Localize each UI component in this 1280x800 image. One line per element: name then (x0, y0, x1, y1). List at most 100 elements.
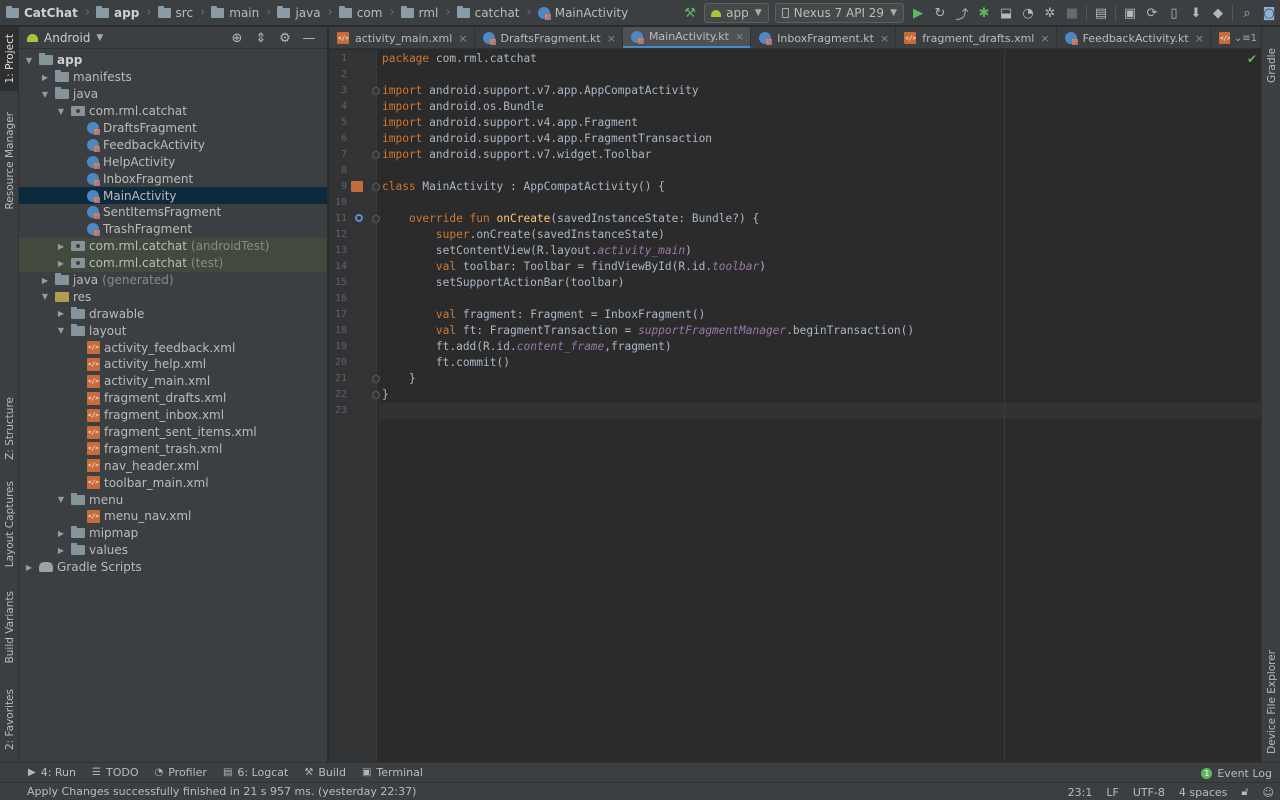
fold-marker-icon[interactable] (372, 87, 380, 95)
search-icon[interactable]: ⌕ (1236, 0, 1258, 26)
gear-icon[interactable]: ⚙ (273, 31, 297, 46)
breadcrumb-item[interactable]: app › (96, 0, 157, 26)
build-hammer-icon[interactable]: ⚒ (679, 0, 701, 26)
override-method-icon[interactable] (355, 214, 363, 222)
file-encoding[interactable]: UTF-8 (1133, 786, 1165, 799)
attach-process-icon[interactable]: ✲ (1039, 0, 1061, 26)
breadcrumb-item[interactable]: src › (157, 0, 212, 26)
event-log-button[interactable]: 1 Event Log (1201, 763, 1272, 783)
gradle-tab[interactable]: Gradle (1262, 45, 1280, 85)
collapse-all-icon[interactable]: ⇕ (249, 31, 273, 46)
tree-item[interactable]: ▼ com.rml.catchat (19, 103, 327, 120)
run-config-select[interactable]: app ▼ (704, 3, 769, 23)
device-select[interactable]: Nexus 7 API 29 ▼ (774, 3, 904, 23)
bottom-tool-tab[interactable]: ⚒ Build (296, 763, 354, 783)
code-line[interactable]: val toolbar: Toolbar = findViewById(R.id… (382, 259, 766, 275)
tree-item[interactable]: toolbar_main.xml (19, 474, 327, 491)
tree-item[interactable]: activity_feedback.xml (19, 339, 327, 356)
lock-icon[interactable]: 🔓︎ (1241, 785, 1248, 799)
tree-item[interactable]: fragment_sent_items.xml (19, 424, 327, 441)
tree-item[interactable]: TrashFragment (19, 221, 327, 238)
project-tool-tab[interactable]: 1: Project (0, 27, 19, 91)
code-line[interactable]: class MainActivity : AppCompatActivity()… (382, 179, 665, 195)
code-line[interactable]: val ft: FragmentTransaction = supportFra… (382, 323, 914, 339)
fold-marker-icon[interactable] (372, 151, 380, 159)
breadcrumb-item[interactable]: catchat › (456, 0, 538, 26)
editor-tab[interactable]: fragment_drafts.xml × (896, 27, 1057, 48)
profile-icon[interactable]: ◔ (1017, 0, 1039, 26)
close-icon[interactable]: × (607, 32, 616, 45)
tree-item[interactable]: ▶ values (19, 542, 327, 559)
debug-icon[interactable]: ✱ (973, 0, 995, 26)
locate-file-icon[interactable]: ⊕ (225, 31, 249, 46)
bottom-tool-tab[interactable]: ☰ TODO (84, 763, 146, 783)
tree-item[interactable]: ▶ java (generated) (19, 272, 327, 289)
indent-setting[interactable]: 4 spaces (1179, 786, 1228, 799)
build-variants-tab[interactable]: Build Variants (0, 587, 19, 667)
chevron-down-icon[interactable]: ▼ (55, 107, 67, 116)
tree-item[interactable]: fragment_trash.xml (19, 440, 327, 457)
tree-item[interactable]: ▼ layout (19, 322, 327, 339)
avd-manager-icon[interactable]: ▯ (1163, 0, 1185, 26)
close-icon[interactable]: × (880, 32, 889, 45)
code-line[interactable]: setContentView(R.layout.activity_main) (382, 243, 692, 259)
code-editor[interactable]: 1 2 3 4 5 6 7 8 9 10 11 12 13 14 15 16 17 18 19 20 21 22 23 pa… (329, 50, 1261, 762)
editor-tab[interactable]: activity_main.xml × (329, 27, 475, 48)
hide-panel-icon[interactable]: — (297, 31, 321, 46)
code-line[interactable]: import android.support.v7.widget.Toolbar (382, 147, 651, 163)
code-line[interactable]: override fun onCreate(savedInstanceState… (382, 211, 759, 227)
code-line[interactable]: super.onCreate(savedInstanceState) (382, 227, 665, 243)
breadcrumb-item[interactable]: CatChat › (6, 0, 96, 26)
tree-item[interactable]: ▼ res (19, 288, 327, 305)
tree-item[interactable]: menu_nav.xml (19, 508, 327, 525)
layout-xml-gutter-icon[interactable] (351, 181, 363, 192)
tree-item[interactable]: fragment_inbox.xml (19, 407, 327, 424)
chevron-right-icon[interactable]: ▶ (55, 529, 67, 538)
code-line[interactable]: ft.add(R.id.content_frame,fragment) (382, 339, 672, 355)
editor-tab[interactable]: MainActivity.kt × (622, 27, 752, 48)
code-line[interactable]: } (382, 387, 389, 403)
bottom-tool-tab[interactable]: ▶ 4: Run (20, 763, 84, 783)
chevron-right-icon[interactable]: ▶ (39, 276, 51, 285)
chevron-right-icon[interactable]: ▶ (39, 73, 51, 82)
chevron-down-icon[interactable]: ▼ (39, 90, 51, 99)
device-file-explorer-tab[interactable]: Device File Explorer (1262, 647, 1280, 757)
code-line[interactable]: setSupportActionBar(toolbar) (382, 275, 625, 291)
tree-item[interactable]: ▶ drawable (19, 305, 327, 322)
tree-item[interactable]: InboxFragment (19, 170, 327, 187)
sdk-manager-icon[interactable]: ⬇ (1185, 0, 1207, 26)
editor-tab[interactable]: DraftsFragment.kt × (475, 27, 623, 48)
resource-manager-tab[interactable]: Resource Manager (0, 109, 19, 213)
breadcrumb-item[interactable]: rml › (400, 0, 457, 26)
tree-item[interactable]: ▼ app (19, 52, 327, 69)
tree-item[interactable]: ▶ manifests (19, 69, 327, 86)
breadcrumb-item[interactable]: main › (211, 0, 277, 26)
chevron-right-icon[interactable]: ▶ (55, 242, 67, 251)
code-line[interactable]: import android.support.v4.app.Fragment (382, 115, 638, 131)
tree-item[interactable]: fragment_drafts.xml (19, 390, 327, 407)
fold-marker-icon[interactable] (372, 391, 380, 399)
bottom-tool-tab[interactable]: ▤ 6: Logcat (215, 763, 296, 783)
attach-debugger-icon[interactable]: ⬓ (995, 0, 1017, 26)
chevron-right-icon[interactable]: ▶ (55, 259, 67, 268)
favorites-tab[interactable]: 2: Favorites (0, 683, 19, 755)
chevron-down-icon[interactable]: ▼ (55, 326, 67, 335)
tree-item[interactable]: ▶ Gradle Scripts (19, 559, 327, 576)
chevron-down-icon[interactable]: ▼ (39, 292, 51, 301)
layout-captures-tab[interactable]: Layout Captures (0, 479, 19, 569)
editor-tab[interactable]: InboxFragment.kt × (751, 27, 897, 48)
code-line[interactable]: import android.support.v7.app.AppCompatA… (382, 83, 699, 99)
editor-gutter[interactable]: 1 2 3 4 5 6 7 8 9 10 11 12 13 14 15 16 17 18 19 20 21 22 23 (329, 50, 380, 762)
tree-item[interactable]: SentItemsFragment (19, 204, 327, 221)
close-icon[interactable]: × (1040, 32, 1049, 45)
fold-marker-icon[interactable] (372, 183, 380, 191)
tree-item[interactable]: HelpActivity (19, 153, 327, 170)
layout-inspector-icon[interactable]: ▣ (1119, 0, 1141, 26)
line-separator[interactable]: LF (1106, 786, 1118, 799)
sync-gradle-icon[interactable]: ⟳ (1141, 0, 1163, 26)
editor-tab[interactable]: FeedbackActivity.kt × (1057, 27, 1211, 48)
structure-tab[interactable]: Z: Structure (0, 393, 19, 463)
chevron-down-icon[interactable]: ▼ (55, 495, 67, 504)
fold-marker-icon[interactable] (372, 215, 380, 223)
code-line[interactable]: package com.rml.catchat (382, 51, 537, 67)
